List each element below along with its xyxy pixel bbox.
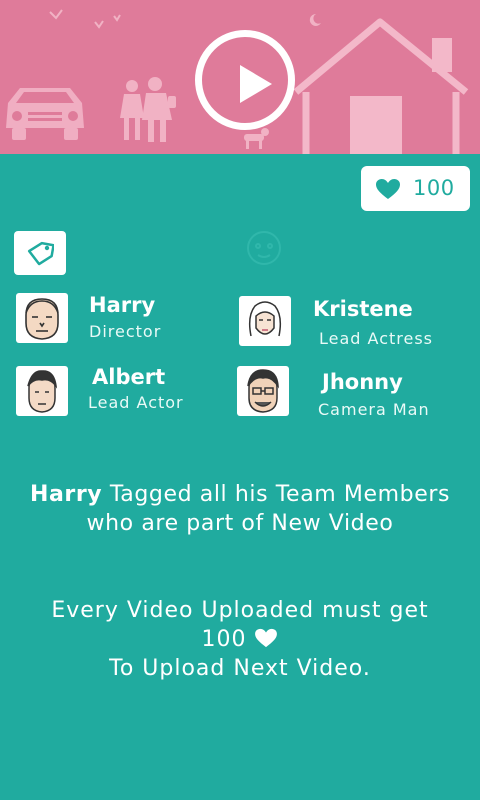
avatar-watermark-icon [247,231,281,265]
member-name: Harry [89,293,156,317]
avatar-harry[interactable] [16,293,68,343]
required-likes-count: 100 [201,627,247,652]
message-line-1: Harry Tagged all his Team Members [0,480,480,509]
avatar-kristene[interactable] [239,296,291,346]
play-button[interactable] [195,30,295,130]
man-face-icon [25,298,59,340]
rule-line-2: 100 [0,625,480,654]
like-count: 100 [413,176,455,200]
member-role: Director [89,322,162,341]
member-name: Kristene [313,297,413,321]
member-role: Lead Actress [319,329,433,348]
like-count-badge[interactable]: 100 [361,166,470,211]
member-name: Jhonny [322,370,403,394]
heart-icon [376,179,400,199]
man-face-icon [27,370,58,413]
avatar-jhonny[interactable] [237,366,289,416]
member-role: Lead Actor [88,393,184,412]
tag-icon [27,241,54,266]
upload-rule-text: Every Video Uploaded must get 100 To Upl… [0,596,480,683]
tag-notification-message: Harry Tagged all his Team Members who ar… [0,480,480,538]
play-icon [240,65,272,103]
rule-line-1: Every Video Uploaded must get [51,598,429,623]
avatar-albert[interactable] [16,366,68,416]
message-user-name: Harry [29,482,103,507]
message-text: Tagged all his Team Members [109,482,451,507]
man-face-icon [247,369,279,413]
message-line-2: who are part of New Video [86,511,394,536]
woman-face-icon [248,301,282,337]
video-thumbnail[interactable] [0,0,480,154]
heart-icon [254,628,277,648]
tag-button[interactable] [14,231,66,275]
rule-line-3: To Upload Next Video. [109,656,371,681]
member-name: Albert [92,365,166,389]
member-role: Camera Man [318,400,430,419]
